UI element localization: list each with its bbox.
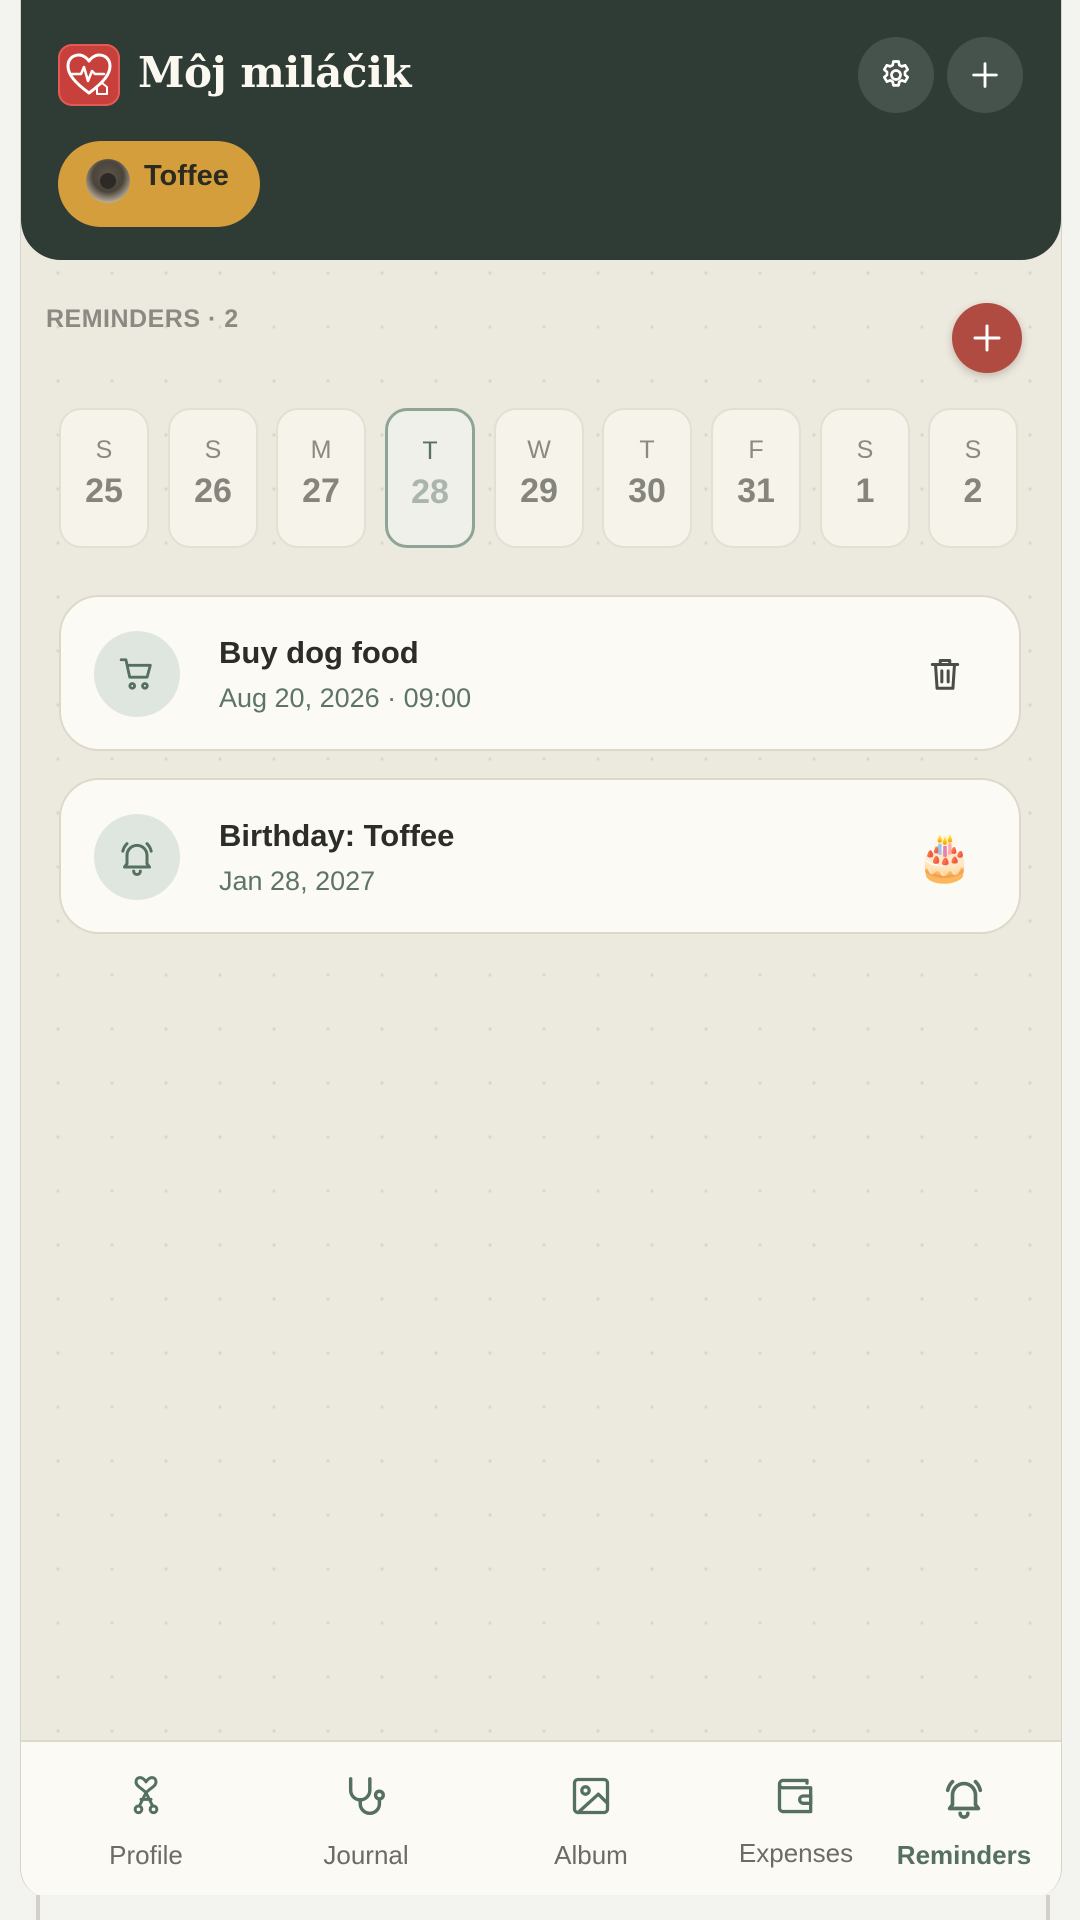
birthday-cake-glyph: 🎂 xyxy=(916,831,974,883)
day-of-week: S xyxy=(964,436,982,464)
pet-selector-chip[interactable]: Toffee xyxy=(58,141,260,227)
day-number: 27 xyxy=(302,472,340,510)
day-number: 31 xyxy=(737,472,775,510)
day-chip[interactable]: W 29 xyxy=(494,408,584,548)
device-bottom-edge xyxy=(36,1895,1050,1920)
day-chip[interactable]: F 31 xyxy=(711,408,801,548)
delete-reminder-button[interactable] xyxy=(921,650,969,698)
day-chip[interactable]: S2 xyxy=(928,408,1018,548)
cake-icon: 🎂 xyxy=(916,833,973,881)
plus-icon xyxy=(972,62,998,88)
settings-button[interactable] xyxy=(858,37,934,113)
app-title: Môj miláčik xyxy=(138,48,412,97)
reminder-title: Birthday: Toffee xyxy=(219,818,455,853)
add-pet-button[interactable] xyxy=(947,37,1023,113)
day-of-week: T xyxy=(422,437,438,465)
nav-label: Journal xyxy=(323,1840,409,1870)
heart-pulse-home-icon xyxy=(58,44,120,106)
day-number: 25 xyxy=(85,472,123,510)
day-of-week: S xyxy=(95,436,113,464)
reminder-card[interactable]: Buy dog food Aug 20, 2026 · 09:00 xyxy=(59,595,1021,751)
bottom-navigation: Profile Journal Album Expenses Reminders xyxy=(21,1740,1061,1898)
day-number: 30 xyxy=(628,472,666,510)
image-icon xyxy=(569,1774,613,1823)
day-chip[interactable]: M 27 xyxy=(276,408,366,548)
pet-name: Toffee xyxy=(144,160,229,192)
nav-label: Reminders xyxy=(896,1840,1032,1870)
bell-ring-icon xyxy=(941,1774,987,1825)
nav-item-reminders[interactable]: Reminders xyxy=(859,1742,1061,1898)
day-chip[interactable]: S 26 xyxy=(168,408,258,548)
nav-item-profile[interactable]: Profile xyxy=(41,1742,251,1898)
day-of-week: S xyxy=(204,436,222,464)
plus-icon xyxy=(973,324,1001,352)
day-of-week: M xyxy=(310,436,332,464)
bell-icon xyxy=(94,814,180,900)
day-chip-selected[interactable]: T 28 xyxy=(385,408,475,548)
day-of-week: S xyxy=(856,436,874,464)
nav-item-journal[interactable]: Journal xyxy=(261,1742,471,1898)
heart-paw-icon xyxy=(126,1774,166,1823)
stethoscope-icon xyxy=(343,1774,389,1825)
shopping-cart-icon xyxy=(94,631,180,717)
day-number: 2 xyxy=(963,472,983,510)
day-chip[interactable]: S1 xyxy=(820,408,910,548)
day-number: 29 xyxy=(520,472,558,510)
day-chip[interactable]: T 30 xyxy=(602,408,692,548)
reminder-datetime: Aug 20, 2026 · 09:00 xyxy=(219,683,472,713)
reminder-card[interactable]: Birthday: Toffee Jan 28, 2027 🎂 xyxy=(59,778,1021,934)
add-reminder-button[interactable] xyxy=(952,303,1022,373)
nav-item-album[interactable]: Album xyxy=(486,1742,696,1898)
reminder-date: Jan 28, 2027 xyxy=(219,866,376,896)
app-header: Môj miláčik Toffee xyxy=(21,0,1061,260)
pet-avatar xyxy=(86,159,130,203)
nav-label: Album xyxy=(554,1840,628,1870)
reminder-title: Buy dog food xyxy=(219,635,419,670)
nav-label: Profile xyxy=(109,1840,183,1870)
day-chip[interactable]: S 25 xyxy=(59,408,149,548)
gear-icon xyxy=(882,60,910,87)
day-number: 26 xyxy=(194,472,232,510)
wallet-icon xyxy=(774,1774,818,1823)
day-number: 1 xyxy=(855,472,875,510)
reminders-section-label: REMINDERS · 2 xyxy=(46,305,239,333)
day-of-week: T xyxy=(639,436,655,464)
app-screen: Môj miláčik Toffee REMINDERS · 2 S 25 S 26… xyxy=(20,0,1062,1898)
day-of-week: F xyxy=(748,436,764,464)
trash-icon xyxy=(930,659,960,690)
day-of-week: W xyxy=(527,436,551,464)
day-number: 28 xyxy=(411,473,449,511)
